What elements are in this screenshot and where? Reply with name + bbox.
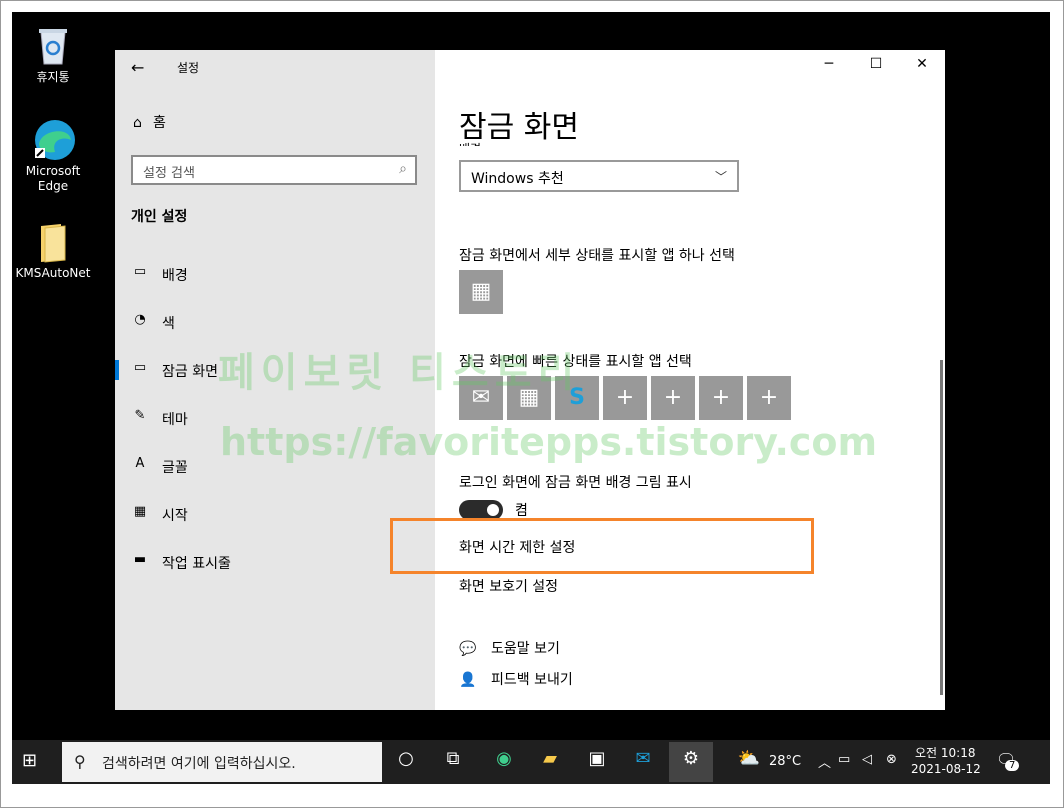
start-windows-icon[interactable]: ⊞ (22, 750, 37, 771)
folder-icon (33, 220, 73, 264)
signin-background-toggle[interactable] (459, 500, 503, 520)
get-help-link[interactable]: 💬 도움말 보기 (459, 638, 560, 658)
volume-muted-icon[interactable]: ◁ (862, 752, 872, 767)
calendar-icon: ▦ (470, 279, 492, 304)
home-icon: ⌂ (133, 115, 142, 131)
taskbar-search-box[interactable]: ⚲ 검색하려면 여기에 입력하십시오. (62, 742, 382, 782)
edge-label-1: Microsoft (25, 164, 81, 178)
task-view-icon[interactable]: ⧉ (433, 748, 473, 776)
tray-chevron-up-icon[interactable]: ︿ (818, 752, 831, 771)
picture-icon: ▭ (133, 264, 147, 279)
background-dropdown[interactable]: Windows 추천 ﹀ (459, 160, 739, 192)
sidebar-item-colors[interactable]: ◔ 색 (115, 302, 435, 342)
recycle-bin-shortcut[interactable]: 휴지통 (13, 24, 93, 85)
settings-search-input[interactable]: 설정 검색 ⌕ (131, 155, 417, 185)
feedback-label: 피드백 보내기 (491, 672, 573, 688)
background-label-partial: 배경 (459, 140, 481, 146)
watermark-title: 페이보릿 티스토리 (218, 350, 581, 396)
recycle-bin-icon (33, 24, 73, 68)
signin-background-label: 로그인 화면에 잠금 화면 배경 그림 표시 (459, 475, 692, 491)
chevron-down-icon: ﹀ (714, 170, 727, 184)
store-bag-icon[interactable]: ▣ (577, 748, 617, 776)
file-explorer-icon[interactable]: ▰ (530, 748, 570, 776)
sidebar-item-background[interactable]: ▭ 배경 (115, 254, 435, 294)
screensaver-settings-link[interactable]: 화면 보호기 설정 (459, 576, 558, 596)
taskbar: ⊞ ⚲ 검색하려면 여기에 입력하십시오. ○ ⧉ ◉ ▰ ▣ ✉ ⚙ ⛅ 28… (12, 740, 1050, 784)
sidebar-item-label: 배경 (162, 268, 188, 284)
home-nav[interactable]: ⌂ 홈 (133, 112, 166, 132)
lock-screen-icon: ▭ (133, 360, 147, 375)
scrollbar[interactable] (940, 360, 943, 695)
taskbar-icon: ▬ (133, 552, 147, 567)
search-icon: ⚲ (74, 752, 86, 771)
weather-icon[interactable]: ⛅ (729, 748, 769, 776)
theme-brush-icon: ✎ (134, 408, 146, 423)
quick-app-add-tile[interactable]: + (747, 376, 791, 420)
network-icon[interactable]: ▭ (838, 752, 850, 767)
sidebar-item-start[interactable]: ▦ 시작 (115, 494, 435, 534)
feedback-person-icon: 👤 (459, 672, 477, 688)
sidebar-item-taskbar[interactable]: ▬ 작업 표시줄 (115, 542, 435, 582)
font-icon: A (135, 456, 145, 471)
plus-icon: + (615, 385, 635, 410)
kmsautonet-shortcut[interactable]: KMSAutoNet (13, 220, 93, 281)
recycle-bin-label: 휴지통 (36, 70, 70, 84)
plus-icon: + (711, 385, 731, 410)
quick-app-add-tile[interactable]: + (603, 376, 647, 420)
plus-icon: + (759, 385, 779, 410)
edge-label-2: Edge (37, 179, 69, 193)
home-label: 홈 (153, 115, 166, 131)
highlight-box (390, 518, 814, 574)
start-grid-icon: ▦ (133, 504, 147, 519)
get-help-label: 도움말 보기 (491, 641, 560, 657)
edge-taskbar-icon[interactable]: ◉ (484, 748, 524, 776)
selected-indicator (115, 360, 119, 380)
sidebar-item-label: 테마 (162, 412, 188, 428)
window-title: 설정 (177, 61, 200, 75)
palette-icon: ◔ (134, 312, 146, 327)
quick-app-add-tile[interactable]: + (699, 376, 743, 420)
sidebar-item-label: 시작 (162, 508, 188, 524)
dismiss-circle-icon[interactable]: ⊗ (886, 752, 897, 767)
section-heading: 개인 설정 (131, 209, 188, 225)
notification-count-badge: 7 (1005, 760, 1020, 771)
plus-icon: + (663, 385, 683, 410)
back-arrow-icon[interactable]: ← (131, 58, 144, 77)
edge-shortcut[interactable]: Microsoft Edge (13, 118, 93, 194)
toggle-state-label: 켬 (515, 503, 528, 519)
background-dropdown-value: Windows 추천 (471, 171, 564, 187)
toggle-knob (487, 504, 499, 516)
detail-status-label: 잠금 화면에서 세부 상태를 표시할 앱 하나 선택 (459, 248, 735, 264)
mail-taskbar-icon[interactable]: ✉ (623, 748, 663, 776)
quick-app-add-tile[interactable]: + (651, 376, 695, 420)
clock-date[interactable]: 2021-08-12 (911, 762, 981, 776)
kmsautonet-label: KMSAutoNet (15, 266, 91, 280)
sidebar-item-label: 잠금 화면 (162, 364, 218, 380)
settings-search-placeholder: 설정 검색 (143, 166, 195, 181)
sidebar-item-label: 색 (162, 316, 175, 332)
detail-app-calendar-tile[interactable]: ▦ (459, 270, 503, 314)
help-chat-icon: 💬 (459, 641, 477, 657)
weather-temp[interactable]: 28°C (769, 754, 801, 769)
search-icon: ⌕ (399, 161, 407, 177)
edge-icon (33, 118, 75, 162)
sidebar-item-label: 글꼴 (162, 460, 188, 476)
cortana-circle-icon[interactable]: ○ (386, 748, 426, 776)
settings-gear-icon[interactable]: ⚙ (671, 748, 711, 776)
watermark-url: https://favoritepps.tistory.com (220, 420, 878, 464)
clock-time[interactable]: 오전 10:18 (915, 744, 975, 761)
taskbar-search-placeholder: 검색하려면 여기에 입력하십시오. (102, 756, 296, 772)
feedback-link[interactable]: 👤 피드백 보내기 (459, 669, 573, 689)
sidebar-item-label: 작업 표시줄 (162, 556, 231, 572)
